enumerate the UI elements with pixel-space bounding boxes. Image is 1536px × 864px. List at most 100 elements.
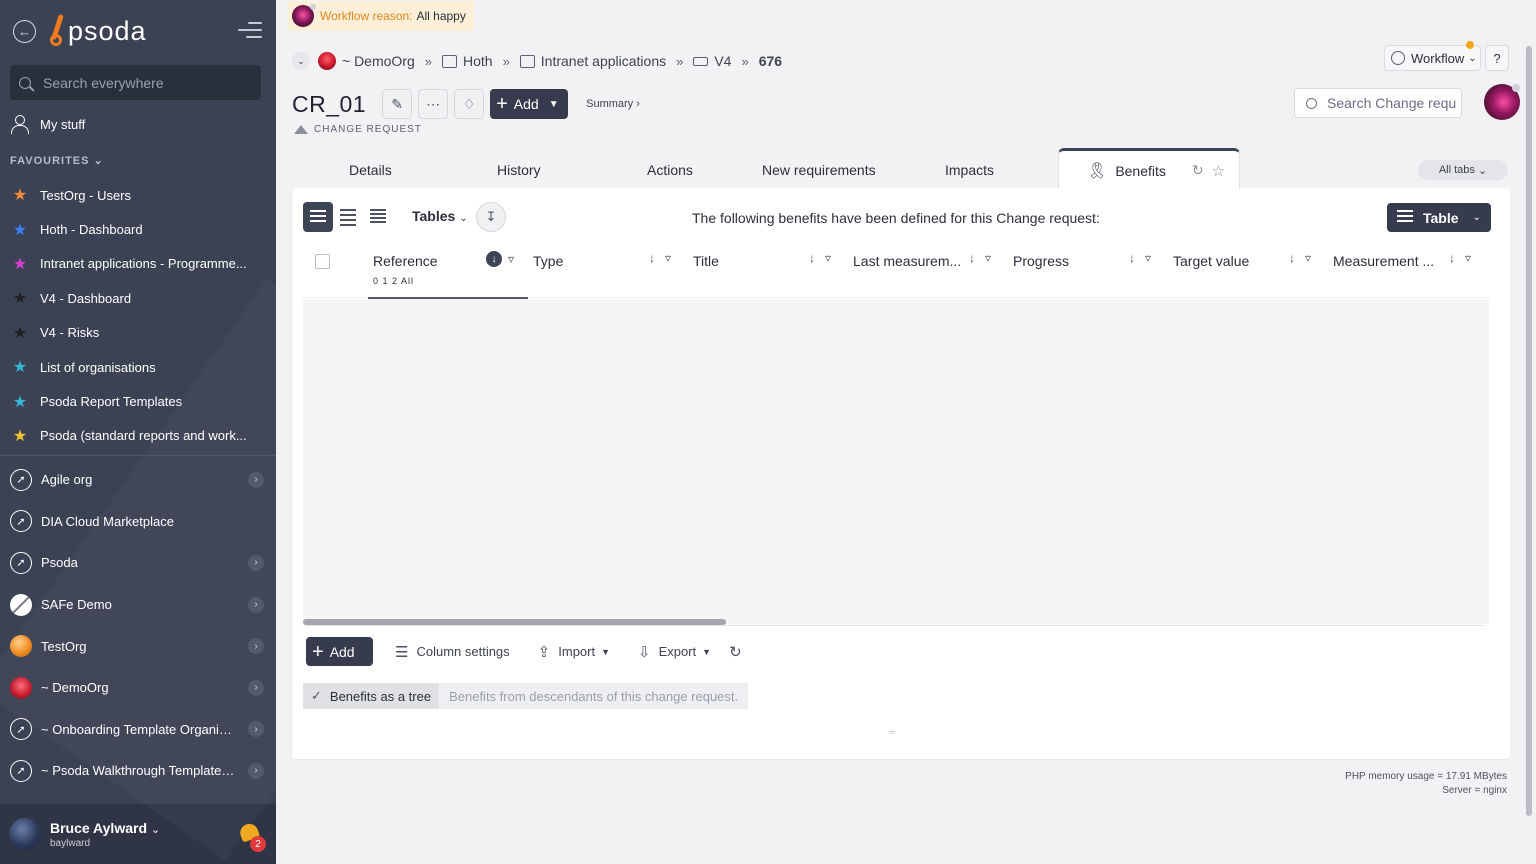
tag-icon[interactable]: ♢	[454, 89, 485, 119]
refresh-icon[interactable]: ↻	[1192, 162, 1204, 179]
workflow-button[interactable]: Workflow ⌄	[1384, 41, 1481, 71]
import-button[interactable]: ⇪ Import ▼	[538, 643, 610, 661]
chevron-right-icon[interactable]: ›	[248, 721, 264, 738]
org-item-dia-cloud[interactable]: ➚ DIA Cloud Marketplace	[0, 501, 276, 543]
more-options-icon[interactable]: ⋯	[418, 89, 449, 119]
download-circle-icon[interactable]: ↧	[476, 202, 506, 232]
edit-pencil-icon[interactable]: ✎	[382, 89, 413, 119]
org-label: ~ Onboarding Template Organisa...	[41, 721, 236, 737]
table-view-button[interactable]: Table ⌄	[1387, 203, 1491, 232]
my-stuff-link[interactable]: My stuff	[10, 114, 85, 134]
breadcrumb-item[interactable]: Intranet applications	[541, 53, 666, 69]
chevron-right-icon[interactable]: ›	[248, 762, 264, 779]
org-item-demoorg[interactable]: ~ DemoOrg ›	[0, 667, 276, 709]
column-header-progress[interactable]: Progress	[1013, 253, 1069, 269]
tree-option-description: Benefits from descendants of this change…	[439, 683, 749, 709]
tab-impacts[interactable]: Impacts	[945, 162, 994, 178]
density-comfortable-icon[interactable]	[303, 202, 333, 232]
sidebar-search-input[interactable]: Search everywhere	[10, 65, 261, 100]
tree-option-active[interactable]: ✓ Benefits as a tree	[303, 683, 440, 709]
change-request-search-input[interactable]: Search Change requ	[1294, 88, 1462, 118]
column-header-target-value[interactable]: Target value	[1173, 253, 1249, 269]
search-placeholder: Search everywhere	[43, 74, 164, 91]
chevron-right-icon[interactable]: ›	[248, 638, 264, 655]
filter-icon[interactable]: ▿	[1305, 251, 1311, 265]
filter-icon[interactable]: ▿	[825, 251, 831, 265]
back-arrow-icon[interactable]: ←	[13, 20, 36, 43]
sort-arrow-icon[interactable]: ↓	[809, 251, 815, 265]
column-header-last-measurement[interactable]: Last measurem...	[853, 253, 961, 269]
sort-arrow-icon[interactable]: ↓	[969, 251, 975, 265]
add-benefit-button[interactable]: + Add	[306, 637, 373, 666]
favourite-item[interactable]: ★ Psoda Report Templates	[10, 384, 266, 418]
favourite-item[interactable]: ★ Intranet applications - Programme...	[10, 247, 266, 281]
resize-grip-icon[interactable]: ═	[889, 727, 901, 737]
psoda-logo[interactable]: psoda	[50, 12, 147, 48]
column-settings-button[interactable]: ☰ Column settings	[395, 643, 510, 661]
favourite-item[interactable]: ★ Psoda (standard reports and work...	[10, 419, 266, 453]
chevron-right-icon[interactable]: ›	[248, 679, 264, 696]
safe-logo-icon	[10, 593, 32, 616]
avatar[interactable]	[1484, 84, 1520, 120]
column-header-title[interactable]: Title	[693, 253, 719, 269]
column-header-reference[interactable]: Reference	[373, 253, 438, 269]
filter-icon[interactable]: ▿	[665, 251, 671, 265]
org-item-psoda[interactable]: ➚ Psoda ›	[0, 542, 276, 584]
select-all-checkbox[interactable]	[315, 254, 330, 269]
org-item-testorg[interactable]: TestOrg ›	[0, 625, 276, 667]
refresh-icon[interactable]: ↻	[729, 643, 742, 661]
chevron-right-icon[interactable]: ›	[248, 471, 264, 488]
user-menu[interactable]: Bruce Aylward ⌄ baylward 2	[0, 804, 276, 864]
density-normal-icon[interactable]	[333, 202, 363, 232]
sort-arrow-icon[interactable]: ↓	[1289, 251, 1295, 265]
filter-icon[interactable]: ▿	[1465, 251, 1471, 265]
favourites-toggle[interactable]: FAVOURITES ⌄	[10, 154, 104, 167]
tree-option-label: Benefits as a tree	[329, 688, 432, 704]
tab-benefits[interactable]: 🎗 Benefits ↻ ☆	[1058, 148, 1240, 190]
tab-details[interactable]: Details	[349, 162, 392, 178]
filter-icon[interactable]: ▿	[985, 251, 991, 265]
tree-level-selector[interactable]: 0 1 2 All	[373, 276, 414, 286]
sort-arrow-icon[interactable]: ↓	[486, 251, 502, 267]
org-item-safe-demo[interactable]: SAFe Demo ›	[0, 584, 276, 626]
vertical-scrollbar[interactable]	[1526, 46, 1532, 816]
org-item-agile-org[interactable]: ➚ Agile org ›	[0, 459, 276, 501]
favourite-item[interactable]: ★ V4 - Risks	[10, 316, 266, 350]
tab-new-requirements[interactable]: New requirements	[762, 162, 876, 178]
star-outline-icon[interactable]: ☆	[1212, 162, 1225, 180]
tab-actions[interactable]: Actions	[647, 162, 693, 178]
tables-dropdown[interactable]: Tables ⌄	[412, 208, 468, 224]
favourite-label: Psoda Report Templates	[40, 394, 183, 410]
breadcrumb-dropdown-icon[interactable]: ⌄	[292, 52, 310, 70]
filter-icon[interactable]: ▿	[1145, 251, 1151, 265]
collapse-sidebar-icon[interactable]	[238, 22, 262, 40]
help-button[interactable]: ?	[1485, 45, 1509, 71]
column-header-measurement[interactable]: Measurement ...	[1333, 253, 1434, 269]
sort-arrow-icon[interactable]: ↓	[1449, 251, 1455, 265]
density-compact-icon[interactable]	[363, 202, 393, 232]
horizontal-scrollbar[interactable]	[303, 619, 1485, 626]
sort-arrow-icon[interactable]: ↓	[649, 251, 655, 265]
notification-bell-icon[interactable]: 2	[237, 821, 266, 852]
favourite-item[interactable]: ★ Hoth - Dashboard	[10, 212, 266, 246]
export-button[interactable]: ⇩ Export ▼	[638, 643, 711, 661]
favourite-item[interactable]: ★ TestOrg - Users	[10, 178, 266, 212]
breadcrumb-item[interactable]: V4	[714, 53, 731, 69]
summary-link[interactable]: Summary ›	[586, 98, 640, 110]
favourite-item[interactable]: ★ List of organisations	[10, 350, 266, 384]
favourite-item[interactable]: ★ V4 - Dashboard	[10, 281, 266, 315]
tab-history[interactable]: History	[497, 162, 541, 178]
chevron-right-icon[interactable]: ›	[248, 554, 264, 571]
org-item-walkthrough[interactable]: ➚ ~ Psoda Walkthrough Template P... ›	[0, 750, 276, 792]
chevron-right-icon[interactable]: ›	[248, 596, 264, 613]
org-item-onboarding[interactable]: ➚ ~ Onboarding Template Organisa... ›	[0, 709, 276, 751]
all-tabs-dropdown[interactable]: All tabs ⌄	[1418, 160, 1508, 180]
benefits-as-tree-toggle[interactable]: ✓ Benefits as a tree Benefits from descen…	[303, 683, 749, 709]
search-icon	[19, 76, 31, 89]
sort-arrow-icon[interactable]: ↓	[1129, 251, 1135, 265]
filter-icon[interactable]: ▿	[508, 252, 514, 266]
breadcrumb-item[interactable]: ~ DemoOrg	[342, 53, 415, 69]
breadcrumb-item[interactable]: Hoth	[463, 53, 493, 69]
add-button[interactable]: + Add ▼	[490, 89, 569, 119]
column-header-type[interactable]: Type	[533, 253, 563, 269]
